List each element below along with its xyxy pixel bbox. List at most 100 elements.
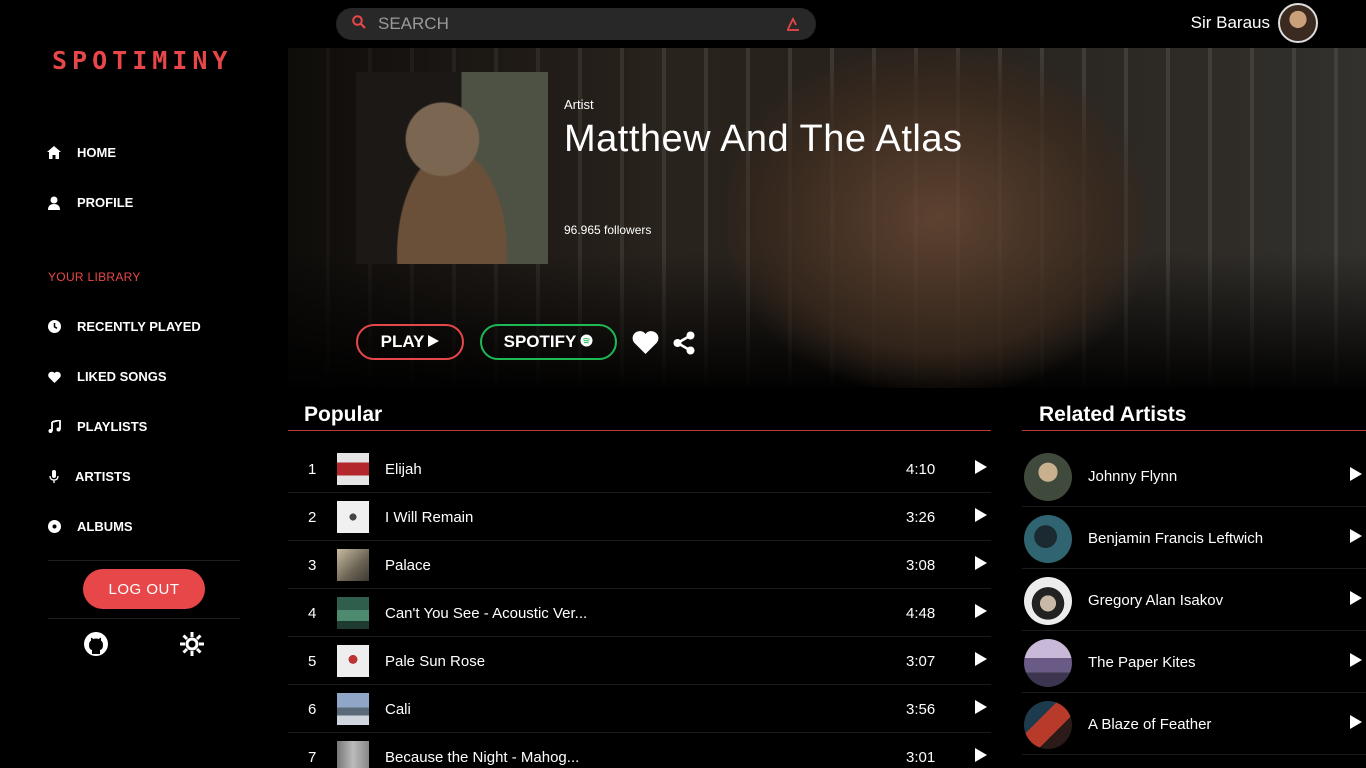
sidebar-item-artists[interactable]: ARTISTS [47, 469, 131, 484]
track-number: 4 [308, 604, 317, 622]
search-icon [352, 14, 366, 34]
play-icon[interactable] [975, 459, 987, 479]
clear-icon[interactable] [786, 16, 800, 36]
microphone-icon [47, 469, 61, 484]
user-icon [47, 196, 61, 210]
divider [48, 560, 240, 561]
related-artist-item[interactable]: Gregory Alan Isakov [1022, 571, 1366, 631]
track-row[interactable]: 7 Because the Night - Mahog... 3:01 [288, 734, 991, 768]
play-icon[interactable] [1350, 591, 1362, 610]
sidebar-item-playlists[interactable]: PLAYLISTS [47, 419, 147, 434]
track-number: 2 [308, 508, 317, 526]
track-duration: 4:48 [906, 604, 936, 622]
play-icon[interactable] [975, 555, 987, 575]
github-icon[interactable] [83, 631, 109, 657]
spotify-button[interactable]: SPOTIFY [480, 324, 617, 360]
track-name: Elijah [385, 460, 422, 478]
track-number: 1 [308, 460, 317, 478]
library-header: YOUR LIBRARY [48, 270, 141, 284]
track-number: 3 [308, 556, 317, 574]
sidebar-item-label: HOME [77, 145, 116, 160]
track-row[interactable]: 3 Palace 3:08 [288, 542, 991, 589]
track-row[interactable]: 2 I Will Remain 3:26 [288, 494, 991, 541]
related-artist-name: Johnny Flynn [1088, 468, 1178, 485]
artist-avatar [1024, 576, 1072, 625]
play-icon[interactable] [975, 507, 987, 527]
track-row[interactable]: 4 Can't You See - Acoustic Ver... 4:48 [288, 590, 991, 637]
sidebar-item-label: LIKED SONGS [77, 369, 167, 384]
user-menu[interactable]: Sir Baraus [1191, 3, 1318, 43]
sun-icon[interactable] [179, 631, 205, 657]
search-input[interactable] [378, 14, 758, 34]
play-icon [428, 332, 440, 352]
clock-icon [47, 320, 61, 334]
share-icon[interactable] [673, 331, 695, 360]
popular-divider [288, 430, 991, 431]
related-artist-name: A Blaze of Feather [1088, 716, 1212, 733]
sidebar-item-label: ALBUMS [77, 519, 133, 534]
track-name: I Will Remain [385, 508, 474, 526]
sidebar-item-liked-songs[interactable]: LIKED SONGS [47, 369, 167, 384]
artist-avatar [1024, 700, 1072, 749]
related-artist-item[interactable]: A Blaze of Feather [1022, 695, 1366, 755]
related-artist-name: Benjamin Francis Leftwich [1088, 530, 1264, 547]
artist-avatar [1024, 514, 1072, 563]
track-row[interactable]: 5 Pale Sun Rose 3:07 [288, 638, 991, 685]
track-name: Pale Sun Rose [385, 652, 486, 670]
play-icon[interactable] [1350, 715, 1362, 734]
artist-name: Matthew And The Atlas [564, 118, 963, 160]
artist-avatar [1024, 638, 1072, 687]
play-icon[interactable] [975, 699, 987, 719]
track-thumbnail [337, 549, 369, 581]
hero-background [728, 48, 1148, 388]
artist-header: Artist Matthew And The Atlas 96.965 foll… [288, 48, 1366, 388]
track-duration: 3:01 [906, 748, 936, 766]
track-duration: 4:10 [906, 460, 936, 478]
sidebar-item-profile[interactable]: PROFILE [47, 195, 133, 210]
related-artist-name: Gregory Alan Isakov [1088, 592, 1224, 609]
track-thumbnail [337, 741, 369, 768]
track-name: Can't You See - Acoustic Ver... [385, 604, 588, 622]
play-button[interactable]: PLAY [356, 324, 464, 360]
logout-button[interactable]: LOG OUT [83, 569, 205, 609]
related-artists-title: Related Artists [1039, 403, 1187, 426]
like-heart-icon[interactable] [632, 330, 659, 359]
track-duration: 3:26 [906, 508, 936, 526]
track-row[interactable]: 1 Elijah 4:10 [288, 446, 991, 493]
search-bar[interactable] [336, 8, 816, 40]
track-duration: 3:56 [906, 700, 936, 718]
avatar[interactable] [1278, 3, 1318, 43]
play-icon[interactable] [1350, 529, 1362, 548]
related-divider [1022, 430, 1366, 431]
related-artist-item[interactable]: Johnny Flynn [1022, 447, 1366, 507]
track-duration: 3:07 [906, 652, 936, 670]
sidebar-item-recently-played[interactable]: RECENTLY PLAYED [47, 319, 201, 334]
sidebar-item-albums[interactable]: ALBUMS [47, 519, 133, 534]
track-thumbnail [337, 693, 369, 725]
related-artist-item[interactable]: Benjamin Francis Leftwich [1022, 509, 1366, 569]
sidebar-item-home[interactable]: HOME [47, 145, 116, 160]
track-number: 7 [308, 748, 317, 766]
sidebar-item-label: RECENTLY PLAYED [77, 319, 201, 334]
play-icon[interactable] [1350, 467, 1362, 486]
artist-avatar [1024, 452, 1072, 501]
artist-type-label: Artist [564, 97, 594, 112]
track-name: Palace [385, 556, 431, 574]
track-thumbnail [337, 453, 369, 485]
track-row[interactable]: 6 Cali 3:56 [288, 686, 991, 733]
play-icon[interactable] [1350, 653, 1362, 672]
related-artist-item[interactable]: The Paper Kites [1022, 633, 1366, 693]
track-number: 5 [308, 652, 317, 670]
home-icon [47, 146, 61, 160]
app-logo[interactable]: SPOTIMINY [52, 46, 232, 75]
track-duration: 3:08 [906, 556, 936, 574]
sidebar-item-label: PLAYLISTS [77, 419, 148, 434]
followers-count: 96.965 followers [564, 223, 652, 237]
play-button-label: PLAY [380, 332, 425, 351]
play-icon[interactable] [975, 603, 987, 623]
track-thumbnail [337, 645, 369, 677]
play-icon[interactable] [975, 747, 987, 767]
track-thumbnail [337, 501, 369, 533]
spotify-button-label: SPOTIFY [503, 332, 577, 351]
play-icon[interactable] [975, 651, 987, 671]
